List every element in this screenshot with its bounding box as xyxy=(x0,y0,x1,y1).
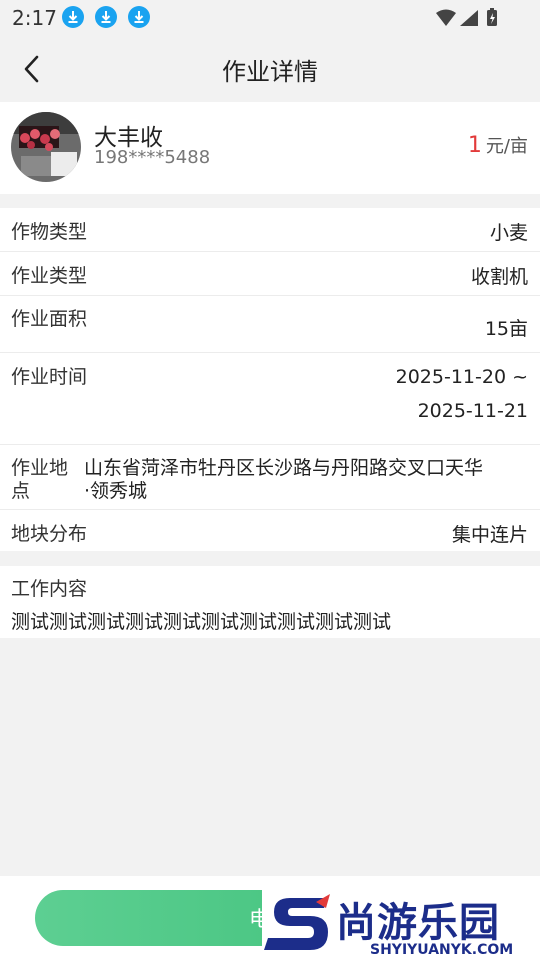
user-card: 大丰收 198****5488 1 元/亩 xyxy=(0,102,540,194)
detail-value: 小麦 xyxy=(489,222,528,244)
download-icon xyxy=(62,6,84,28)
watermark-text-cn: 尚游乐园 xyxy=(336,900,500,946)
detail-value-line2: ·领秀城 xyxy=(84,480,148,502)
detail-row-work-location: 作业地 点 山东省菏泽市牡丹区长沙路与丹阳路交叉口天华 ·领秀城 xyxy=(0,445,540,510)
detail-row-plot-distribution: 地块分布 集中连片 xyxy=(0,510,540,551)
watermark-logo: 尚游乐园 SHYIYUANYK.COM xyxy=(262,888,540,960)
page-title: 作业详情 xyxy=(222,58,318,86)
detail-row-work-type: 作业类型 收割机 xyxy=(0,252,540,296)
detail-row-work-area: 作业面积 15亩 xyxy=(0,296,540,353)
detail-label: 作业面积 xyxy=(11,308,88,330)
detail-value: 15亩 xyxy=(484,318,528,340)
price: 1 元/亩 xyxy=(468,132,528,158)
work-content-text: 测试测试测试测试测试测试测试测试测试测试 xyxy=(11,611,392,633)
signal-icon xyxy=(460,10,478,26)
avatar-image xyxy=(11,112,81,182)
download-icon xyxy=(95,6,117,28)
detail-value-start: 2025-11-20 ~ xyxy=(395,366,528,388)
wifi-icon xyxy=(436,9,456,26)
detail-label: 作物类型 xyxy=(11,221,88,243)
detail-value: 收割机 xyxy=(470,266,528,288)
detail-value: 集中连片 xyxy=(451,524,528,546)
detail-label-line2: 点 xyxy=(11,480,31,502)
nav-bar: 作业详情 xyxy=(0,36,540,102)
system-status-icons xyxy=(436,8,497,26)
work-content-label: 工作内容 xyxy=(11,578,88,600)
status-bar: 2:17 xyxy=(0,0,540,36)
detail-value-end: 2025-11-21 xyxy=(417,400,528,422)
detail-row-crop-type: 作物类型 小麦 xyxy=(0,208,540,252)
work-content-card: 工作内容 测试测试测试测试测试测试测试测试测试测试 xyxy=(0,566,540,638)
detail-label: 作业类型 xyxy=(11,265,88,287)
detail-label: 地块分布 xyxy=(11,523,88,545)
avatar[interactable] xyxy=(11,112,81,182)
detail-row-work-time: 作业时间 2025-11-20 ~ 2025-11-21 xyxy=(0,353,540,445)
detail-label: 作业时间 xyxy=(11,366,88,388)
watermark-text-en: SHYIYUANYK.COM xyxy=(370,942,514,958)
status-time: 2:17 xyxy=(12,6,57,30)
download-icon xyxy=(128,6,150,28)
user-phone: 198****5488 xyxy=(94,147,211,168)
watermark-s-icon xyxy=(264,894,330,950)
price-value: 1 xyxy=(467,133,482,158)
detail-list: 作物类型 小麦 作业类型 收割机 作业面积 15亩 作业时间 2025-11-2… xyxy=(0,208,540,551)
price-unit: 元/亩 xyxy=(485,136,528,157)
